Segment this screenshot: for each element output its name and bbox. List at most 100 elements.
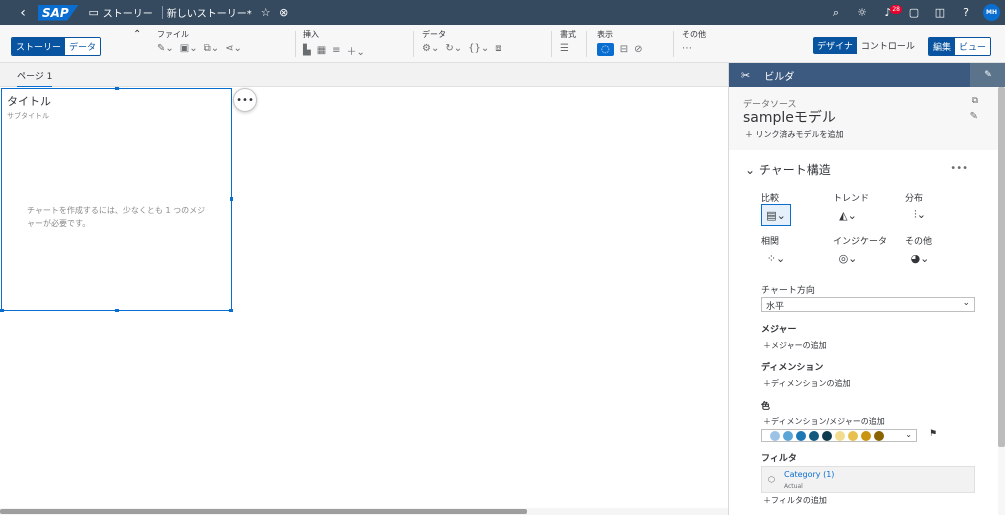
chart-structure-section: ⌄ チャート構造 ••• 比較 トレンド 分布 ▤⌄ ◭⌄ ⫶⌄ 相関 インジケ… — [729, 150, 998, 515]
data-tools-icon[interactable]: ⚙⌄ — [422, 43, 439, 54]
performance-icon[interactable]: ⊘ — [634, 44, 642, 55]
table-icon[interactable]: ▦ — [317, 45, 326, 56]
palette-swatch — [783, 430, 793, 441]
type-compare-label: 比較 — [761, 194, 780, 204]
datasource-section: データソース sampleモデル ＋ リンク済みモデルを追加 ⧉ ✎ — [729, 87, 998, 143]
type-distribution-label: 分布 — [905, 194, 924, 204]
add-measure-label: メジャーの追加 — [771, 341, 827, 350]
tools-icon[interactable]: ✂ — [741, 69, 750, 82]
color-palette-select[interactable]: ⌄ — [761, 429, 917, 442]
horizontal-scrollbar[interactable] — [0, 508, 728, 515]
discussion-icon[interactable]: ▢ — [905, 4, 923, 22]
display-label: 表示 — [597, 30, 613, 39]
scroll-thumb[interactable] — [0, 509, 527, 514]
palette-swatch — [770, 430, 780, 441]
star-icon[interactable]: ☆ — [257, 4, 275, 22]
other-label: その他 — [682, 30, 706, 39]
panel-scrollbar[interactable] — [998, 87, 1005, 447]
resize-handle[interactable] — [230, 197, 233, 201]
link-dimensions-icon[interactable]: ⧈ — [495, 43, 501, 54]
edit-model-icon[interactable]: ✎ — [970, 111, 978, 122]
add-filter-label: フィルタの追加 — [771, 496, 827, 505]
chart-icon[interactable]: ▙ — [303, 45, 311, 56]
color-heading: 色 — [761, 402, 771, 412]
copy-icon[interactable]: ⧉⌄ — [204, 43, 220, 54]
file-label: ファイル — [157, 30, 189, 39]
formula-icon[interactable]: {}⌄ — [468, 43, 489, 54]
document-title[interactable]: 新しいストーリー* — [167, 5, 252, 20]
more-icon[interactable]: ⋯ — [682, 43, 692, 54]
add-measure-link[interactable]: ＋メジャーの追加 — [763, 340, 827, 351]
measure-heading: メジャー — [761, 325, 797, 335]
chevron-down-icon: ⌄ — [962, 298, 970, 308]
input-control-icon[interactable]: ≡ — [332, 45, 340, 56]
refresh-icon[interactable]: ↻⌄ — [445, 43, 462, 54]
resize-handle[interactable] — [0, 309, 4, 312]
add-filter-link[interactable]: ＋フィルタの追加 — [763, 495, 827, 506]
tab-data[interactable]: データ — [65, 38, 101, 55]
data-group: データ ⚙⌄ ↻⌄ {}⌄ ⧈ — [422, 29, 502, 54]
bar-chart-icon[interactable]: ▤⌄ — [761, 204, 791, 226]
styling-icon[interactable]: ✎ — [970, 63, 1005, 87]
palette-swatch — [796, 430, 806, 441]
section-more-icon[interactable]: ••• — [950, 163, 968, 174]
back-icon[interactable]: ‹ — [12, 5, 34, 21]
resize-handle[interactable] — [229, 309, 233, 312]
resize-handle[interactable] — [115, 87, 119, 90]
avatar[interactable]: MH — [983, 4, 1000, 21]
help-icon[interactable]: ? — [957, 4, 975, 22]
edit-button[interactable]: 編集 — [929, 38, 956, 55]
file-group: ファイル ✎⌄ ▣⌄ ⧉⌄ ⋖⌄ — [157, 29, 242, 54]
edit-tools-icon[interactable]: ✎⌄ — [157, 43, 174, 54]
story-toolbar: ストーリー データ ⌃ ファイル ✎⌄ ▣⌄ ⧉⌄ ⋖⌄ 挿入 ▙ ▦ ≡ ＋⌄… — [0, 25, 1005, 63]
indicator-chart-icon[interactable]: ◎⌄ — [833, 247, 863, 269]
sap-logo: SAP — [38, 4, 79, 21]
add-linked-model-link[interactable]: ＋ リンク済みモデルを追加 — [745, 129, 844, 140]
control-button[interactable]: コントロール — [857, 37, 919, 54]
donut-chart-icon[interactable]: ◕⌄ — [905, 247, 935, 269]
divider — [295, 31, 296, 57]
filter-token[interactable]: ⬡ Category (1) Actual — [761, 466, 975, 493]
search-icon[interactable]: ⌕ — [827, 4, 845, 22]
filter-name[interactable]: Category (1) — [784, 470, 834, 479]
widget-more-button[interactable]: ••• — [233, 88, 257, 112]
save-icon[interactable]: ▣⌄ — [180, 43, 198, 54]
copy-model-icon[interactable]: ⧉ — [972, 96, 978, 106]
lightbulb-icon[interactable]: ☼ — [853, 4, 871, 22]
tab-story[interactable]: ストーリー — [12, 38, 66, 55]
tab-page-1[interactable]: ページ 1 — [17, 69, 53, 88]
close-circle-icon[interactable]: ⊗ — [275, 4, 293, 22]
add-icon[interactable]: ＋⌄ — [347, 43, 365, 58]
chart-structure-title: チャート構造 — [758, 163, 831, 177]
data-label: データ — [422, 30, 446, 39]
designer-button[interactable]: デザイナ — [813, 37, 857, 54]
palette-swatch — [861, 430, 871, 441]
widget-subtitle[interactable]: サブタイトル — [7, 111, 49, 121]
collapse-toolbar-icon[interactable]: ⌃ — [133, 29, 141, 40]
distribution-chart-icon[interactable]: ⫶⌄ — [905, 204, 935, 226]
widget-title[interactable]: タイトル — [7, 93, 51, 109]
orientation-select[interactable]: 水平 ⌄ — [761, 297, 975, 312]
add-color-link[interactable]: ＋ディメンション/メジャーの追加 — [763, 416, 885, 427]
resize-handle[interactable] — [115, 309, 119, 312]
notification-icon[interactable]: ♪ 28 — [879, 4, 902, 22]
format-icon[interactable]: ☰ — [560, 43, 569, 54]
chart-widget[interactable]: タイトル サブタイトル チャートを作成するには、少なくとも 1 つのメジャーが必… — [0, 87, 233, 312]
comment-icon[interactable]: ◌ — [597, 43, 614, 56]
share-icon[interactable]: ⋖⌄ — [225, 43, 242, 54]
view-button[interactable]: ビュー — [955, 38, 991, 55]
empty-chart-message: チャートを作成するには、少なくとも 1 つのメジャーが必要です。 — [27, 206, 206, 228]
story-breadcrumb[interactable]: ストーリー — [103, 5, 153, 20]
add-dimension-link[interactable]: ＋ディメンションの追加 — [763, 378, 850, 389]
story-icon: ▭ — [88, 6, 99, 19]
trend-chart-icon[interactable]: ◭⌄ — [833, 204, 863, 226]
chevron-down-icon: ⌄ — [905, 430, 912, 439]
color-sync-icon[interactable]: ⚑ — [929, 429, 937, 439]
panel-icon[interactable]: ⊟ — [620, 44, 628, 55]
builder-panel: ✂ ビルダ ✎ データソース sampleモデル ＋ リンク済みモデルを追加 ⧉… — [728, 63, 1005, 515]
orientation-label: チャート方向 — [761, 286, 815, 296]
chart-structure-header[interactable]: ⌄ チャート構造 — [745, 161, 831, 178]
add-dimension-label: ディメンションの追加 — [771, 379, 851, 388]
feedback-icon[interactable]: ◫ — [931, 4, 949, 22]
scatter-chart-icon[interactable]: ⁘⌄ — [761, 247, 791, 269]
